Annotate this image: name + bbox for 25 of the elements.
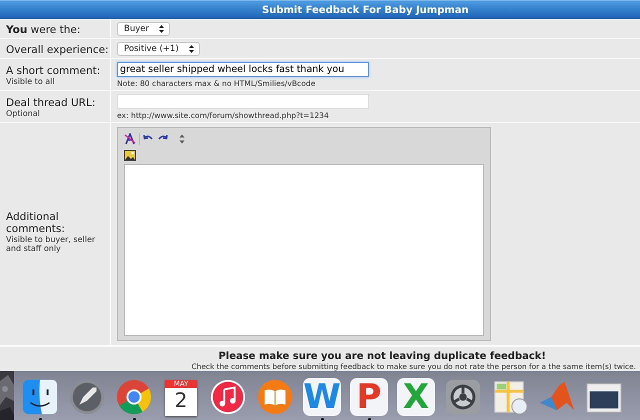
field-hint: Visible to all: [6, 77, 56, 86]
updown-icon: [188, 45, 194, 53]
text-field[interactable]: great seller shipped wheel locks fast thank you: [117, 62, 369, 77]
remove-format-icon[interactable]: [124, 133, 136, 145]
field-hint: Visible to buyer, seller and staff only: [6, 235, 96, 253]
updown-icon: [159, 25, 164, 33]
music-note-icon[interactable]: [209, 378, 247, 416]
warning-heading: Please make sure you are not leaving duplicate feedback!: [218, 351, 546, 362]
text-field[interactable]: [117, 94, 369, 109]
resize-icon[interactable]: [179, 134, 185, 144]
book-icon[interactable]: [256, 378, 294, 416]
dropdown[interactable]: Positive (+1): [117, 42, 200, 56]
browser-icon[interactable]: [115, 378, 153, 416]
field-label: Overall experience:: [6, 44, 110, 56]
field-label: A short comment:: [6, 65, 102, 77]
app-letter-icon[interactable]: P: [350, 378, 388, 416]
image-icon[interactable]: [124, 150, 136, 160]
field-label: Additional comments:: [6, 211, 66, 235]
field-hint: Optional: [6, 109, 41, 118]
form-title: Submit Feedback For Baby Jumpman: [262, 4, 469, 16]
finder-icon[interactable]: [21, 378, 59, 416]
dropdown[interactable]: Buyer: [117, 22, 170, 36]
field-label: You were the:: [6, 24, 82, 36]
field-label: Deal thread URL:: [6, 97, 96, 109]
gear-icon[interactable]: [444, 378, 482, 416]
